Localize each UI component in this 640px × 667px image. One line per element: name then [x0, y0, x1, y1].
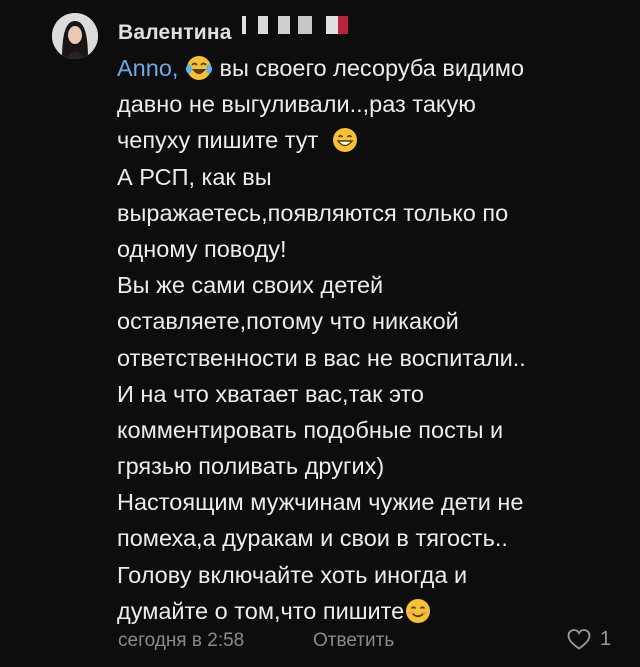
comment-text: помеха,а дуракам и свои в тягость.. [117, 525, 508, 552]
comment-text: одному поводу! [117, 235, 287, 262]
comment-text: Вы же сами своих детей [117, 272, 384, 299]
reply-button[interactable]: Ответить [313, 630, 394, 652]
comment-text: оставляете,потому что никакой [117, 308, 459, 335]
comment-line: И на что хватает вас,так это [117, 376, 632, 412]
comment-text: А РСП, как вы [117, 163, 272, 190]
comment-line: чепуху пишите тут [117, 122, 632, 158]
comment-line: Anno, вы своего лесоруба видимо [117, 50, 632, 86]
comment-text: вы своего лесоруба видимо [219, 55, 525, 81]
comment-text: ответственности в вас не воспитали.. [117, 344, 526, 371]
comment-text: Голову включайте хоть иногда и [117, 561, 468, 588]
grinning-emoji-icon [332, 128, 357, 153]
comment-line: думайте о том,что пишите [117, 593, 632, 629]
comment-text: грязью поливать других) [117, 453, 385, 480]
author-name[interactable]: Валентина [118, 21, 232, 45]
like-button[interactable]: 1 [566, 627, 611, 651]
comment-text: давно не выгуливали..,раз такую [117, 91, 476, 118]
avatar[interactable] [52, 13, 98, 59]
comment-line: грязью поливать других) [117, 448, 632, 484]
smiling-emoji-icon [406, 598, 431, 623]
comment-line: А РСП, как вы [117, 159, 632, 195]
comment-body: Anno, вы своего лесоруба видимо давно не… [117, 50, 632, 629]
comment-footer: сегодня в 2:58 Ответить 1 [118, 627, 618, 655]
comment-line: одному поводу! [117, 231, 632, 267]
comment-text: думайте о том,что пишите [117, 597, 405, 624]
comment-line: ответственности в вас не воспитали.. [117, 340, 632, 376]
redaction-mark [241, 16, 348, 38]
comment-line: выражаетесь,появляются только по [117, 195, 632, 231]
like-count: 1 [600, 627, 612, 650]
heart-outline-icon [567, 629, 591, 650]
comment-line: оставляете,потому что никакой [117, 303, 632, 339]
mention-link[interactable]: Anno, [117, 55, 178, 81]
comment-text: комментировать подобные посты и [117, 416, 504, 443]
tears-of-joy-emoji-icon [185, 56, 212, 80]
comment: Валентина Anno, вы своего лесоруба видим… [0, 0, 640, 667]
author-row: Валентина [118, 16, 348, 48]
timestamp: сегодня в 2:58 [118, 630, 245, 651]
comment-line: Голову включайте хоть иногда и [117, 557, 632, 593]
avatar-photo-icon [52, 13, 98, 59]
comment-line: давно не выгуливали..,раз такую [117, 86, 632, 122]
comment-line: комментировать подобные посты и [117, 412, 632, 448]
comment-line: помеха,а дуракам и свои в тягость.. [117, 520, 632, 556]
comment-text: Настоящим мужчинам чужие дети не [117, 489, 524, 516]
comment-text: выражаетесь,появляются только по [117, 199, 509, 226]
comment-text: чепуху пишите тут [117, 127, 319, 154]
comment-line: Вы же сами своих детей [117, 267, 632, 303]
comment-text: И на что хватает вас,так это [117, 380, 425, 407]
comment-line: Настоящим мужчинам чужие дети не [117, 484, 632, 520]
